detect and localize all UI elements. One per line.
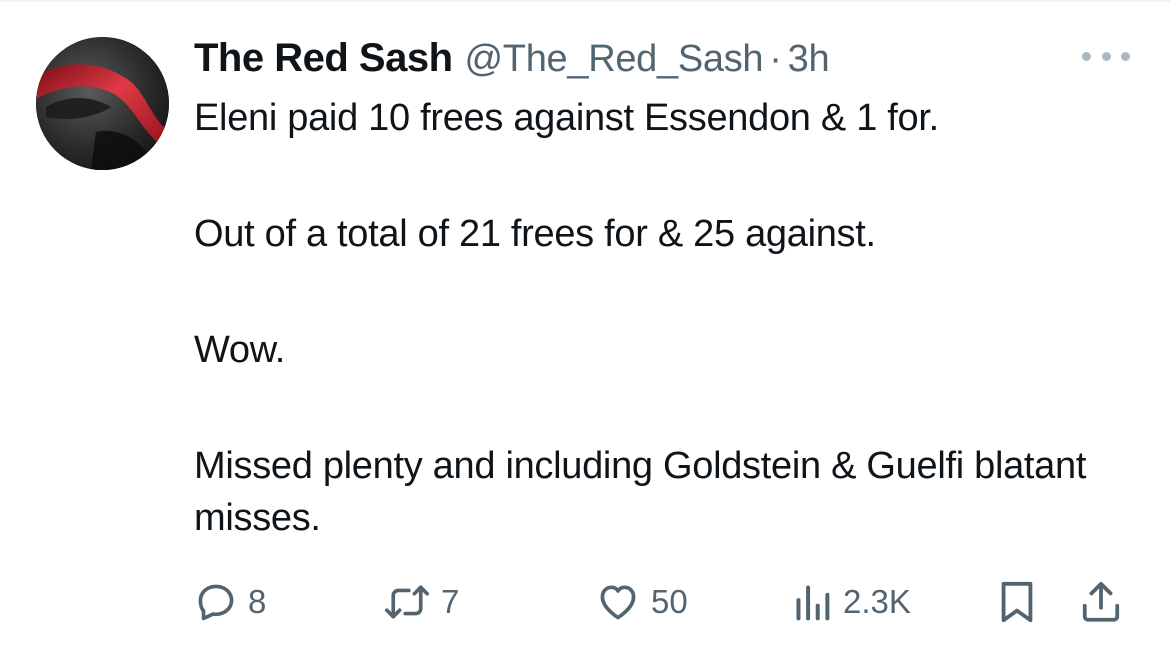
more-dot (1101, 51, 1111, 61)
red-sash-avatar-icon (36, 37, 169, 170)
retweet-icon (385, 585, 429, 619)
views-count: 2.3K (843, 583, 911, 620)
retweet-button[interactable]: 7 (383, 572, 459, 632)
tweet-paragraph: Missed plenty and including Goldstein & … (194, 445, 1087, 539)
tweet-header: The Red Sash @The_Red_Sash · 3h (194, 36, 830, 82)
heart-icon (600, 585, 636, 620)
tweet-text: Eleni paid 10 frees against Essendon & 1… (194, 92, 1144, 544)
timestamp[interactable]: 3h (788, 38, 830, 81)
tweet-paragraph: Out of a total of 21 frees for & 25 agai… (194, 213, 876, 255)
separator-dot: · (769, 38, 782, 80)
views-button[interactable]: 2.3K (793, 572, 911, 632)
display-name[interactable]: The Red Sash (194, 36, 453, 81)
reply-icon (198, 584, 234, 621)
like-button[interactable]: 50 (595, 572, 688, 632)
tweet-paragraph: Eleni paid 10 frees against Essendon & 1… (194, 97, 939, 139)
reply-count: 8 (248, 583, 267, 620)
avatar[interactable] (36, 37, 169, 170)
more-dot (1121, 51, 1130, 61)
reply-button[interactable]: 8 (194, 572, 266, 632)
top-divider (0, 0, 1170, 2)
like-count: 50 (651, 583, 688, 620)
more-options-button[interactable] (1082, 44, 1130, 68)
user-handle[interactable]: @The_Red_Sash (465, 38, 764, 81)
views-chart-icon (796, 585, 830, 621)
tweet-paragraph: Wow. (194, 329, 286, 371)
share-icon (1082, 581, 1120, 622)
more-horizontal-icon (1082, 51, 1091, 61)
retweet-count: 7 (441, 583, 460, 620)
share-button[interactable] (1080, 572, 1122, 632)
bookmark-button[interactable] (997, 572, 1037, 632)
bookmark-icon (1001, 581, 1033, 623)
tweet-actions: 8 7 50 2.3K (0, 572, 1170, 632)
